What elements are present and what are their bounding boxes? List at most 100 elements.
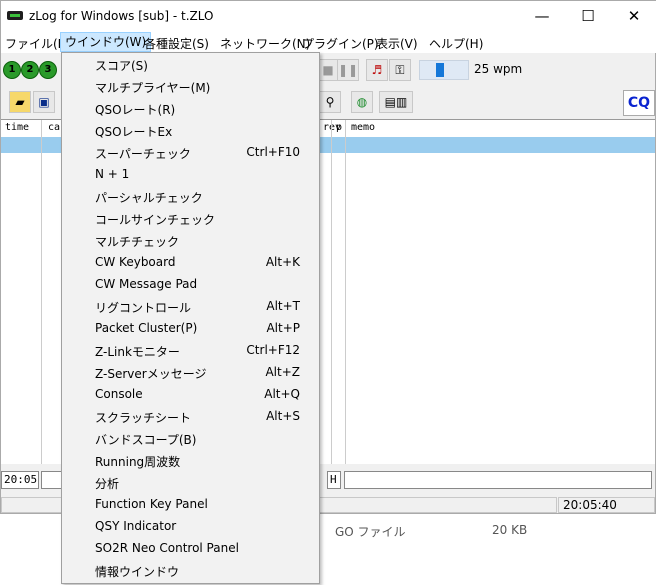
key-icon[interactable]: ⚿: [389, 59, 411, 81]
menu-item[interactable]: Function Key Panel: [63, 494, 318, 516]
menu-item[interactable]: SO2R Neo Control Panel: [63, 538, 318, 560]
search-icon[interactable]: ⚲: [319, 91, 341, 113]
menu-item[interactable]: マルチプライヤー(M): [63, 76, 318, 98]
band-button-1[interactable]: 1: [3, 61, 21, 79]
cq-button[interactable]: CQ: [623, 90, 655, 116]
menu-item-label: マルチチェック: [95, 235, 180, 249]
menu-item-label: コールサインチェック: [95, 213, 216, 227]
wpm-label: 25 wpm: [474, 62, 523, 76]
column-divider: [331, 120, 332, 464]
menu-item[interactable]: コールサインチェック: [63, 208, 318, 230]
menu-item-label: QSY Indicator: [95, 519, 177, 533]
callsign-field[interactable]: [41, 471, 63, 489]
menu-item-shortcut: Alt+Q: [264, 387, 300, 401]
menu-item-label: Function Key Panel: [95, 497, 208, 511]
background-file-type: GO ファイル: [335, 525, 406, 539]
open-folder-icon[interactable]: ▰: [9, 91, 31, 113]
menu-item-label: SO2R Neo Control Panel: [95, 541, 239, 555]
menu-item-shortcut: Alt+T: [266, 299, 300, 313]
menu-item[interactable]: Z-Serverメッセージ Alt+Z: [63, 362, 318, 384]
status-clock: 20:05:40: [558, 497, 655, 513]
menu-item[interactable]: マルチチェック: [63, 230, 318, 252]
menu-item-label: CW Keyboard: [95, 255, 176, 269]
menu-help[interactable]: ヘルプ(H): [429, 35, 483, 52]
menu-item-label: QSOレート(R): [95, 103, 176, 117]
menu-item[interactable]: スーパーチェック Ctrl+F10: [63, 142, 318, 164]
column-divider: [41, 120, 42, 464]
stop-icon[interactable]: ■: [317, 59, 339, 81]
menu-item[interactable]: QSOレートEx: [63, 120, 318, 142]
menu-window[interactable]: ウインドウ(W): [60, 32, 152, 52]
menu-item-label: Running周波数: [95, 455, 181, 469]
network-icon[interactable]: ▤▥: [379, 91, 413, 113]
menu-view[interactable]: 表示(V): [376, 35, 418, 52]
pause-icon[interactable]: ❚❚: [337, 59, 359, 81]
menu-item-label: Console: [95, 387, 143, 401]
maximize-button[interactable]: ☐: [565, 1, 611, 31]
app-icon: [7, 11, 23, 20]
col-header-call[interactable]: ca: [48, 120, 60, 136]
menu-item-label: N + 1: [95, 167, 130, 181]
wpm-slider[interactable]: [419, 60, 469, 80]
menu-item[interactable]: N + 1: [63, 164, 318, 186]
background-file-size: 20 KB: [492, 523, 528, 537]
menu-item[interactable]: 情報ウインドウ: [63, 560, 318, 582]
menu-item-shortcut: Alt+S: [266, 409, 300, 423]
menu-item-label: スコア(S): [95, 59, 148, 73]
menu-item-label: QSOレートEx: [95, 125, 173, 139]
menu-item[interactable]: 分析: [63, 472, 318, 494]
menu-item-shortcut: Ctrl+F10: [246, 145, 300, 159]
menu-item-shortcut: Alt+P: [266, 321, 300, 335]
menu-item[interactable]: Running周波数: [63, 450, 318, 472]
col-header-memo[interactable]: memo: [351, 120, 375, 136]
menu-item[interactable]: Z-Linkモニター Ctrl+F12: [63, 340, 318, 362]
menu-item[interactable]: QSOレート(R): [63, 98, 318, 120]
menu-item-shortcut: Alt+Z: [265, 365, 300, 379]
menu-item[interactable]: Packet Cluster(P) Alt+P: [63, 318, 318, 340]
menu-item-label: Z-Linkモニター: [95, 345, 180, 359]
menu-item-label: マルチプライヤー(M): [95, 81, 211, 95]
menu-item-label: スーパーチェック: [95, 147, 191, 161]
menu-bar: ファイル(F) ウインドウ(W) 各種設定(S) ネットワーク(N) プラグイン…: [1, 31, 657, 53]
save-icon[interactable]: ▣: [33, 91, 55, 113]
speaker-icon[interactable]: ♬: [366, 59, 388, 81]
menu-item-label: パーシャルチェック: [95, 191, 203, 205]
menu-item-shortcut: Ctrl+F12: [246, 343, 300, 357]
menu-settings[interactable]: 各種設定(S): [144, 35, 209, 52]
menu-item[interactable]: スクラッチシート Alt+S: [63, 406, 318, 428]
memo-field[interactable]: [344, 471, 652, 489]
menu-item-label: バンドスコープ(B): [95, 433, 197, 447]
band-button-2[interactable]: 2: [21, 61, 39, 79]
menu-item-label: 分析: [95, 477, 120, 491]
band-button-3[interactable]: 3: [39, 61, 57, 79]
menu-item[interactable]: パーシャルチェック: [63, 186, 318, 208]
col-header-time[interactable]: time: [5, 120, 29, 136]
menu-item-label: CW Message Pad: [95, 277, 198, 291]
menu-item-label: 情報ウインドウ: [95, 565, 180, 579]
menu-item[interactable]: CW Keyboard Alt+K: [63, 252, 318, 274]
menu-item-label: スクラッチシート: [95, 411, 192, 425]
menu-item-shortcut: Alt+K: [265, 255, 300, 269]
close-button[interactable]: ✕: [611, 1, 657, 31]
title-bar: zLog for Windows [sub] - t.ZLO — ☐ ✕: [1, 1, 657, 31]
menu-item[interactable]: リグコントロール Alt+T: [63, 296, 318, 318]
window-title: zLog for Windows [sub] - t.ZLO: [29, 9, 214, 23]
menu-item[interactable]: QSY Indicator: [63, 516, 318, 538]
wpm-slider-thumb[interactable]: [436, 63, 444, 77]
minimize-button[interactable]: —: [519, 1, 565, 31]
menu-network[interactable]: ネットワーク(N): [220, 35, 310, 52]
menu-item[interactable]: スコア(S): [63, 54, 318, 76]
column-divider: [345, 120, 346, 464]
mode-field[interactable]: H: [327, 471, 341, 489]
globe-icon[interactable]: ◍: [351, 91, 373, 113]
time-field[interactable]: 20:05: [1, 471, 39, 489]
col-header-points[interactable]: p: [336, 120, 342, 136]
window-menu-dropdown: スコア(S) マルチプライヤー(M) QSOレート(R) QSOレートEx スーパーチェ…: [61, 52, 320, 584]
menu-item[interactable]: バンドスコープ(B): [63, 428, 318, 450]
menu-item-label: Z-Serverメッセージ: [95, 367, 207, 381]
menu-item-label: リグコントロール: [95, 301, 192, 315]
menu-item-label: Packet Cluster(P): [95, 321, 198, 335]
menu-plugin[interactable]: プラグイン(P): [302, 35, 379, 52]
menu-item[interactable]: CW Message Pad: [63, 274, 318, 296]
menu-item[interactable]: Console Alt+Q: [63, 384, 318, 406]
